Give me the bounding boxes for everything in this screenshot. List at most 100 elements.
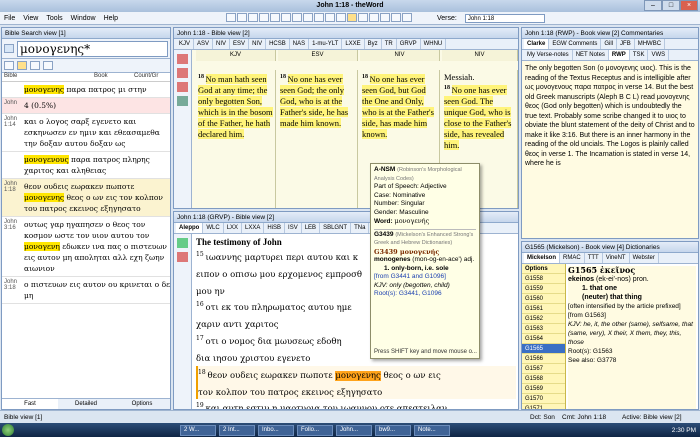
- column-head[interactable]: NIV: [360, 50, 440, 61]
- undo-icon[interactable]: [225, 12, 236, 22]
- minimize-button[interactable]: –: [644, 0, 662, 11]
- sync-icon[interactable]: [177, 238, 188, 248]
- underline-icon[interactable]: [302, 12, 313, 22]
- commentary-tab2-4[interactable]: VWS: [648, 50, 670, 60]
- dict-options[interactable]: Options: [522, 264, 565, 274]
- font-color-icon[interactable]: [379, 12, 390, 22]
- bible-tab-9[interactable]: Byz: [365, 39, 382, 49]
- align-right-icon[interactable]: [335, 12, 346, 22]
- dict-entry[interactable]: G1565: [522, 344, 565, 354]
- dict-entry[interactable]: G1562: [522, 314, 565, 324]
- greek-tab-3[interactable]: LXXA: [242, 223, 265, 233]
- dict-tab-2[interactable]: TTT: [585, 253, 603, 263]
- commentary-tab-4[interactable]: MHWBC: [635, 39, 666, 49]
- bible-tab-5[interactable]: HCSB: [266, 39, 290, 49]
- bookmark-icon[interactable]: [177, 252, 188, 262]
- greek-line[interactable]: 18 θεον ουδεις εωρακεν πωποτε μονογενης …: [196, 365, 516, 383]
- close-button[interactable]: ×: [680, 0, 698, 11]
- tip-root[interactable]: Root(s): G3441, G1096: [374, 290, 476, 299]
- dict-entry[interactable]: G1571: [522, 404, 565, 409]
- search-options-icon[interactable]: [17, 61, 27, 70]
- greek-line[interactable]: τον κολπον του πατρος εκεινος εξηγησατο: [196, 382, 516, 400]
- bible-tab-2[interactable]: NIV: [213, 39, 231, 49]
- search-results-list[interactable]: μονογενης παρα πατρος μι στην John 4 (0.5%…: [2, 82, 170, 370]
- bible-tab-10[interactable]: TR: [382, 39, 397, 49]
- dict-entry[interactable]: G1567: [522, 364, 565, 374]
- note-icon[interactable]: [177, 68, 188, 78]
- tip-from[interactable]: [from G3441 and G1096]: [374, 273, 476, 282]
- bible-tab-12[interactable]: WHNU: [421, 39, 447, 49]
- maximize-button[interactable]: □: [662, 0, 680, 11]
- paste-icon[interactable]: [269, 12, 280, 22]
- dict-entry[interactable]: G1564: [522, 334, 565, 344]
- search-result-row[interactable]: μονογενης παρα πατρος μι στην: [2, 82, 170, 98]
- menu-view[interactable]: View: [23, 15, 38, 22]
- menu-help[interactable]: Help: [104, 15, 118, 22]
- commentary-tab2-1[interactable]: NET Notes: [573, 50, 609, 60]
- settings-icon[interactable]: [401, 12, 412, 22]
- cut-icon[interactable]: [247, 12, 258, 22]
- greek-tab-6[interactable]: LEB: [302, 223, 321, 233]
- dict-tab-4[interactable]: Webster: [630, 253, 659, 263]
- taskbar-item[interactable]: 2 Int...: [219, 424, 255, 436]
- search-result-row[interactable]: John 1:18 θεον ουδεις εωρακεν πωποτε μονο…: [2, 179, 170, 217]
- dict-entry[interactable]: G1568: [522, 374, 565, 384]
- taskbar-item[interactable]: John...: [336, 424, 372, 436]
- dict-see[interactable]: See also: G3778: [568, 356, 696, 365]
- dict-entry[interactable]: G1563: [522, 324, 565, 334]
- dict-entry[interactable]: G1570: [522, 394, 565, 404]
- dict-entry[interactable]: G1560: [522, 294, 565, 304]
- commentary-tab2-0[interactable]: My Verse-notes: [524, 50, 573, 60]
- dict-entry[interactable]: G1558: [522, 274, 565, 284]
- search-export-icon[interactable]: [43, 61, 53, 70]
- commentary-tab-2[interactable]: Gill: [601, 39, 618, 49]
- italic-icon[interactable]: [291, 12, 302, 22]
- dict-entry[interactable]: G1569: [522, 384, 565, 394]
- commentary-tab-3[interactable]: JFB: [617, 39, 635, 49]
- search-filter-icon[interactable]: [30, 61, 40, 70]
- menu-window[interactable]: Window: [71, 15, 96, 22]
- dict-tab-3[interactable]: VineNT: [603, 253, 630, 263]
- bible-tab-11[interactable]: GRVP: [397, 39, 421, 49]
- bible-column[interactable]: 18 No one has ever seen God; the only Go…: [278, 70, 358, 208]
- dict-root[interactable]: Root(s): G1563: [568, 347, 696, 356]
- greek-tab-1[interactable]: WLC: [203, 223, 224, 233]
- greek-tab-7[interactable]: SBLGNT: [320, 223, 352, 233]
- search-result-row[interactable]: John 3:16 ουτως γαρ ηγαπησεν ο θεος τον κ…: [2, 217, 170, 277]
- search-result-row[interactable]: μονογενους παρα πατρος πληρης χαριτος κα…: [2, 152, 170, 179]
- taskbar-item[interactable]: 2 W...: [180, 424, 216, 436]
- dict-entry[interactable]: G1566: [522, 354, 565, 364]
- greek-tab-8[interactable]: TNa: [351, 223, 370, 233]
- taskbar-item[interactable]: Note...: [414, 424, 450, 436]
- bible-column[interactable]: 18 No man hath seen God at any time; the…: [196, 70, 276, 208]
- highlight-icon[interactable]: [346, 12, 357, 22]
- bookmark-icon[interactable]: [177, 54, 188, 64]
- bible-tab-6[interactable]: NAS: [290, 39, 310, 49]
- bible-tab-8[interactable]: LXXE: [342, 39, 365, 49]
- tab-fast[interactable]: Fast: [2, 399, 58, 409]
- search-result-row[interactable]: John 4 (0.5%): [2, 98, 170, 114]
- taskbar-item[interactable]: bw9...: [375, 424, 411, 436]
- commentary-tab2-2[interactable]: RWP: [608, 50, 630, 60]
- search-icon[interactable]: [4, 44, 14, 53]
- search-input[interactable]: μονογενης*: [17, 40, 168, 57]
- commentary-tab2-3[interactable]: TSK: [630, 50, 649, 60]
- copy-icon[interactable]: [258, 12, 269, 22]
- column-head[interactable]: KJV: [196, 50, 276, 61]
- bible-tab-7[interactable]: 1-mu-YLT: [309, 39, 343, 49]
- dict-tab-0[interactable]: Mickelson: [524, 253, 561, 263]
- column-head[interactable]: NIV: [442, 50, 518, 61]
- dict-entry[interactable]: G1561: [522, 304, 565, 314]
- verse-input[interactable]: John 1:18: [464, 13, 545, 23]
- bullet-list-icon[interactable]: [357, 12, 368, 22]
- search-result-row[interactable]: John 3:18 ο πιστευων εις αυτον ου κρινετα…: [2, 277, 170, 304]
- menu-tools[interactable]: Tools: [46, 15, 62, 22]
- greek-tab-5[interactable]: ISV: [285, 223, 302, 233]
- menu-file[interactable]: File: [4, 15, 15, 22]
- greek-tab-4[interactable]: HiSB: [264, 223, 286, 233]
- greek-tab-2[interactable]: LXX: [224, 223, 243, 233]
- commentary-tab-1[interactable]: EGW Comments: [549, 39, 602, 49]
- align-left-icon[interactable]: [313, 12, 324, 22]
- link-verse-icon[interactable]: [177, 96, 188, 106]
- tab-detailed[interactable]: Detailed: [58, 399, 114, 409]
